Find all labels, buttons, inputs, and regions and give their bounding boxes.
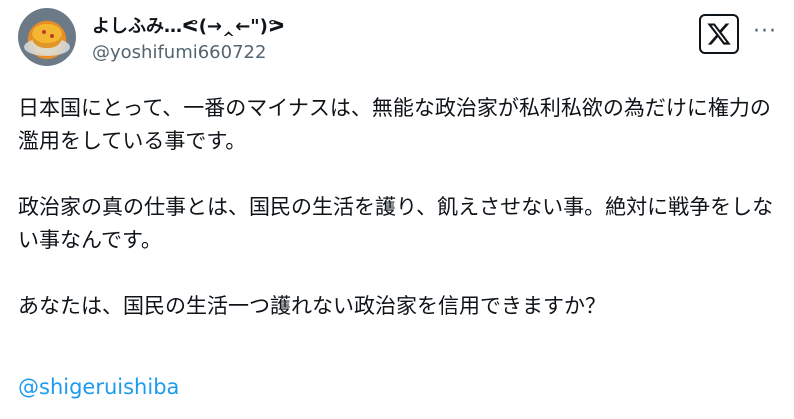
- x-logo-button[interactable]: [699, 14, 739, 54]
- author-display-name[interactable]: よしふみ…ᕙ(→‸←")ᕗ: [92, 12, 285, 38]
- more-button[interactable]: ···: [752, 19, 778, 44]
- avatar-topping: [50, 34, 54, 38]
- tweet-paragraph: 日本国にとって、一番のマイナスは、無能な政治家が私利私欲の為だけに権力の濫用をし…: [18, 96, 771, 153]
- mention-link[interactable]: @shigeruishiba: [18, 375, 179, 399]
- author-handle[interactable]: @yoshifumi660722: [92, 42, 266, 63]
- tweet-text: 日本国にとって、一番のマイナスは、無能な政治家が私利私欲の為だけに権力の濫用をし…: [18, 92, 778, 323]
- avatar-topping: [42, 30, 46, 34]
- tweet-paragraph: 政治家の真の仕事とは、国民の生活を護り、飢えさせない事。絶対に戦争をしない事なん…: [18, 195, 774, 252]
- tweet-paragraph: あなたは、国民の生活一つ護れない政治家を信用できますか？: [18, 294, 606, 318]
- more-dots-icon: ···: [753, 19, 777, 44]
- x-logo-icon: [707, 23, 731, 45]
- avatar-pancake: [32, 24, 62, 48]
- avatar[interactable]: [18, 8, 76, 66]
